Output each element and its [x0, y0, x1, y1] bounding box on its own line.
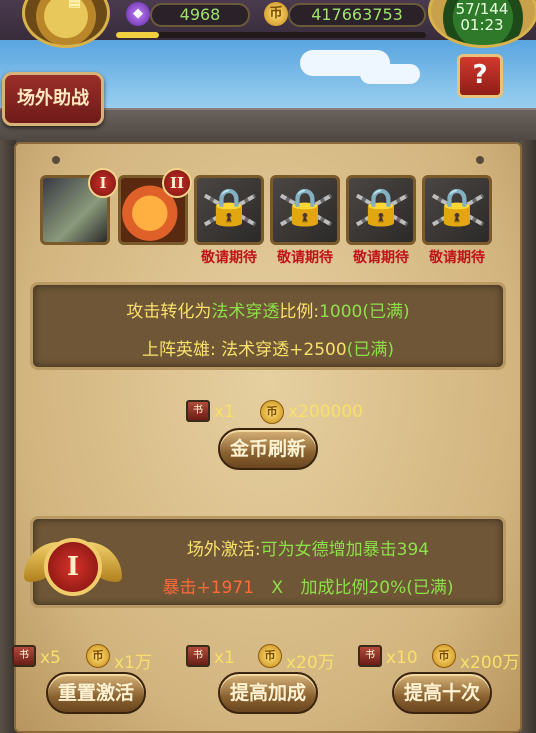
rank-badge-1: I: [88, 168, 118, 198]
slot-label-4: 敬请期待: [277, 250, 333, 266]
ratio-value: 1000(已满): [319, 302, 410, 322]
locked-slot-3[interactable]: 🔒: [194, 175, 264, 245]
xp-bar: [116, 32, 426, 38]
page-title: 场外助战: [2, 72, 104, 126]
xp-bar-fill: [116, 32, 160, 38]
stone-frame-right: [520, 140, 536, 733]
rank-emblem: I: [24, 520, 124, 616]
skill-book-icon: 书: [186, 645, 210, 667]
conversion-info-panel: 攻击转化为法术穿透比例:1000(已满) 上阵英雄: 法术穿透+2500(已满): [30, 282, 506, 370]
hero-bonus-line: 上阵英雄: 法术穿透+2500(已满): [33, 335, 503, 360]
stamina-timer: 01:23: [460, 16, 504, 34]
locked-slot-6[interactable]: 🔒: [422, 175, 492, 245]
stat-from: 攻击: [126, 302, 161, 322]
boost-ten-times-button[interactable]: 提高十次: [392, 672, 492, 714]
lock-icon: 🔒: [282, 187, 328, 228]
cloud: [360, 64, 420, 84]
gem-icon: ◆: [126, 2, 150, 26]
crown-icon: ♛: [63, 0, 87, 15]
lock-icon: 🔒: [206, 187, 252, 228]
coin-icon: 币: [86, 644, 110, 668]
gem-counter: 4968: [150, 3, 250, 27]
boost10-book-cost: x10: [386, 648, 418, 668]
slot-label-3: 敬请期待: [201, 250, 257, 266]
coin-icon: 币: [264, 2, 288, 26]
coin-icon: 币: [260, 400, 284, 424]
refresh-gold-cost: x200000: [288, 402, 363, 422]
locked-slot-4[interactable]: 🔒: [270, 175, 340, 245]
coin-icon: 币: [258, 644, 282, 668]
activation-label: 场外激活:: [186, 540, 261, 560]
boost10-gold-cost: x200万: [460, 653, 520, 673]
bonus-ratio: 加成比例20%(已满): [300, 578, 454, 598]
gold-refresh-button[interactable]: 金币刷新: [218, 428, 318, 470]
boost-book-cost: x1: [214, 648, 235, 668]
crit-value: 暴击+1971: [162, 578, 254, 598]
rank-badge-2: II: [162, 168, 192, 198]
reset-gold-cost: x1万: [114, 653, 152, 673]
reset-activation-button[interactable]: 重置激活: [46, 672, 146, 714]
skill-book-icon: 书: [358, 645, 382, 667]
rivet: [52, 156, 60, 164]
activation-target: 可为女德: [260, 540, 329, 560]
conversion-line: 攻击转化为法术穿透比例:1000(已满): [33, 297, 503, 322]
boost-bonus-button[interactable]: 提高加成: [218, 672, 318, 714]
hero-bonus-text: 上阵英雄: 法术穿透+2500: [142, 340, 347, 360]
gold-value: 417663753: [311, 5, 403, 24]
reset-book-cost: x5: [40, 648, 61, 668]
stamina-readout: 57/144 01:23: [442, 1, 522, 33]
rank-medal: I: [44, 538, 102, 596]
activation-bonus: 增加暴击394: [328, 540, 430, 560]
stat-to: 法术穿透: [211, 302, 280, 322]
skill-book-icon: 书: [12, 645, 36, 667]
convert-text: 转化为: [160, 302, 212, 322]
slot-label-5: 敬请期待: [353, 250, 409, 266]
ratio-label: 比例:: [279, 302, 320, 322]
gem-value: 4968: [179, 5, 221, 24]
multiply-sign: X: [271, 578, 284, 598]
skill-book-icon: 书: [186, 400, 210, 422]
hero-bonus-status: (已满): [346, 340, 394, 360]
boost-gold-cost: x20万: [286, 653, 335, 673]
locked-slot-5[interactable]: 🔒: [346, 175, 416, 245]
coin-icon: 币: [432, 644, 456, 668]
rivet: [476, 156, 484, 164]
gold-counter: 417663753: [288, 3, 426, 27]
refresh-book-cost: x1: [214, 402, 235, 422]
lock-icon: 🔒: [434, 187, 480, 228]
help-button[interactable]: ?: [457, 54, 503, 98]
stamina-value: 57/144: [455, 0, 509, 18]
slot-label-6: 敬请期待: [429, 250, 485, 266]
lock-icon: 🔒: [358, 187, 404, 228]
